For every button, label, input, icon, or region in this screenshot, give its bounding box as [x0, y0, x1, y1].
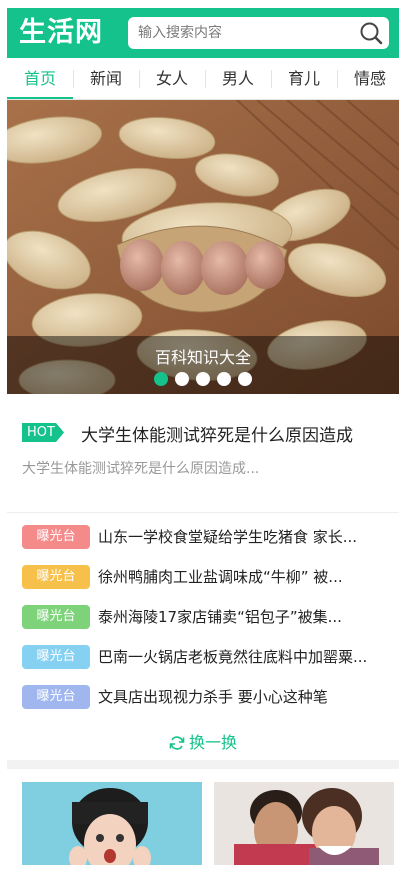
- category-tag: 曝光台: [22, 685, 90, 709]
- carousel-dot[interactable]: [154, 372, 168, 386]
- search-input[interactable]: [138, 17, 348, 49]
- article-thumbnail[interactable]: [22, 782, 202, 865]
- news-list: 曝光台 山东一学校食堂疑给学生吃猪食 家长... 曝光台 徐州鸭脯肉工业盐调味成…: [7, 514, 399, 766]
- banner-carousel[interactable]: 百科知识大全: [7, 100, 399, 394]
- list-item[interactable]: 曝光台 徐州鸭脯肉工业盐调味成“牛柳” 被...: [7, 557, 399, 597]
- search-box: [128, 17, 389, 49]
- hot-article-summary: 大学生体能测试猝死是什么原因造成...: [22, 461, 260, 477]
- news-headline[interactable]: 泰州海陵17家店铺卖“铝包子”被集...: [98, 597, 383, 637]
- tab-emotion[interactable]: 情感: [337, 58, 399, 99]
- section-divider: [7, 760, 399, 769]
- header: 生活网: [7, 8, 399, 58]
- category-tag: 曝光台: [22, 605, 90, 629]
- category-nav: 首页 新闻 女人 男人 育儿 情感: [7, 58, 399, 100]
- news-headline[interactable]: 巴南一火锅店老板竟然往底料中加罂粟...: [98, 637, 383, 677]
- app-frame: 生活网 首页 新闻 女人 男人 育儿 情感: [7, 8, 399, 865]
- carousel-dot[interactable]: [196, 372, 210, 386]
- hot-badge-label: HOT: [27, 425, 55, 440]
- news-headline[interactable]: 文具店出现视力杀手 要小心这种笔: [98, 677, 383, 717]
- search-icon[interactable]: [359, 21, 383, 45]
- article-thumbnail[interactable]: [214, 782, 394, 865]
- hot-article-title[interactable]: 大学生体能测试猝死是什么原因造成: [81, 421, 353, 446]
- list-item[interactable]: 曝光台 巴南一火锅店老板竟然往底料中加罂粟...: [7, 637, 399, 677]
- thumbnail-image: [22, 782, 202, 865]
- tab-men[interactable]: 男人: [205, 58, 271, 99]
- carousel-dot[interactable]: [238, 372, 252, 386]
- banner-title[interactable]: 百科知识大全: [7, 344, 399, 368]
- tab-women[interactable]: 女人: [139, 58, 205, 99]
- carousel-indicators: [7, 372, 399, 386]
- category-tag: 曝光台: [22, 525, 90, 549]
- site-logo[interactable]: 生活网: [19, 16, 103, 50]
- list-item[interactable]: 曝光台 文具店出现视力杀手 要小心这种笔: [7, 677, 399, 717]
- category-tag: 曝光台: [22, 565, 90, 589]
- refresh-icon: [169, 736, 185, 750]
- hot-badge: HOT: [22, 423, 64, 442]
- news-headline[interactable]: 徐州鸭脯肉工业盐调味成“牛柳” 被...: [98, 557, 383, 597]
- list-item[interactable]: 曝光台 泰州海陵17家店铺卖“铝包子”被集...: [7, 597, 399, 637]
- tab-home[interactable]: 首页: [7, 58, 73, 99]
- carousel-dot[interactable]: [217, 372, 231, 386]
- refresh-button[interactable]: 换一换: [7, 728, 399, 758]
- list-item[interactable]: 曝光台 山东一学校食堂疑给学生吃猪食 家长...: [7, 517, 399, 557]
- hot-article[interactable]: HOT 大学生体能测试猝死是什么原因造成 大学生体能测试猝死是什么原因造成...: [7, 401, 399, 513]
- tab-parenting[interactable]: 育儿: [271, 58, 337, 99]
- tab-news[interactable]: 新闻: [73, 58, 139, 99]
- news-headline[interactable]: 山东一学校食堂疑给学生吃猪食 家长...: [98, 517, 383, 557]
- banner-caption: 百科知识大全: [7, 336, 399, 394]
- carousel-dot[interactable]: [175, 372, 189, 386]
- refresh-label: 换一换: [188, 733, 237, 752]
- thumbnail-image: [214, 782, 394, 865]
- category-tag: 曝光台: [22, 645, 90, 669]
